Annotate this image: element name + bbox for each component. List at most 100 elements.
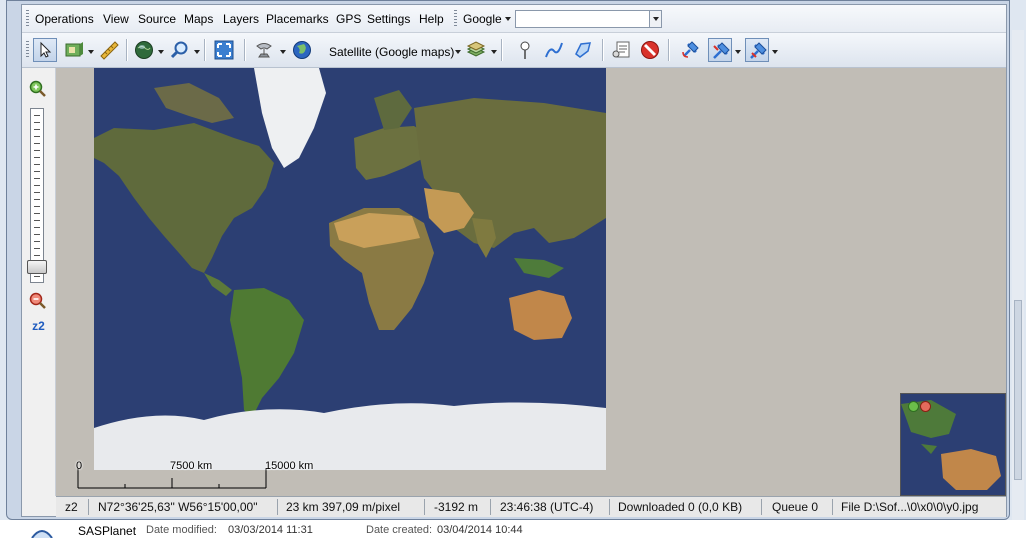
placemark-list-icon — [612, 41, 630, 58]
ruler-button[interactable] — [97, 38, 121, 62]
main-toolbar: Satellite (Google maps) — [22, 33, 1006, 68]
menu-maps[interactable]: Maps — [184, 12, 213, 26]
zoom-in-icon — [29, 80, 46, 97]
zoom-tool-button[interactable] — [167, 38, 191, 62]
toolbar-separator — [126, 39, 128, 61]
menu-help[interactable]: Help — [419, 12, 444, 26]
zoom-dropdown-arrow[interactable] — [194, 50, 200, 54]
status-downloaded: Downloaded 0 (0,0 KB) — [618, 500, 743, 514]
fullscreen-icon — [214, 40, 234, 60]
tiles-dropdown-arrow[interactable] — [491, 50, 497, 54]
app-client-area: Operations View Source Maps Layers Place… — [21, 4, 1007, 517]
menu-layers[interactable]: Layers — [223, 12, 259, 26]
menu-source[interactable]: Source — [138, 12, 176, 26]
menu-settings[interactable]: Settings — [367, 12, 410, 26]
scale-label-mid: 7500 km — [170, 460, 213, 472]
background-scrollbar[interactable] — [1012, 30, 1024, 520]
menubar-grip[interactable] — [26, 10, 29, 28]
layers-button[interactable] — [62, 38, 86, 62]
gps-track-icon — [713, 42, 730, 59]
menu-operations[interactable]: Operations — [35, 12, 94, 26]
created-label: Date created: — [366, 524, 433, 536]
minimap-zoom-in-icon[interactable] — [908, 401, 919, 412]
map-source-select[interactable]: Satellite (Google maps) — [329, 45, 454, 59]
search-history-dropdown[interactable] — [649, 10, 662, 28]
search-grip[interactable] — [454, 10, 457, 28]
zoom-slider-thumb[interactable] — [27, 260, 47, 274]
explorer-details-footer: SASPlanet Date modified: 03/03/2014 11:3… — [0, 520, 1026, 538]
status-separator — [88, 499, 89, 515]
gps-track-button[interactable] — [708, 38, 732, 62]
add-polygon-button[interactable] — [571, 38, 595, 62]
status-separator — [490, 499, 491, 515]
globe-button[interactable] — [132, 38, 156, 62]
map-type-button[interactable] — [290, 38, 314, 62]
menu-gps[interactable]: GPS — [336, 12, 361, 26]
ruler-icon — [100, 41, 119, 60]
status-separator — [761, 499, 762, 515]
placemark-pin-icon — [520, 41, 530, 59]
sasplanet-app-icon — [31, 530, 53, 538]
scale-label-end: 15000 km — [265, 460, 314, 472]
delete-placemarks-button[interactable] — [638, 38, 662, 62]
toolbar-separator — [668, 39, 670, 61]
gps-track-dropdown-arrow[interactable] — [735, 50, 741, 54]
fullscreen-button[interactable] — [212, 38, 236, 62]
menu-placemarks[interactable]: Placemarks — [266, 12, 329, 26]
source-dropdown-arrow[interactable] — [280, 50, 286, 54]
search-provider-select[interactable]: Google — [463, 12, 502, 26]
tiles-icon — [466, 41, 486, 57]
satellite-dish-icon — [256, 43, 272, 58]
map-source-dropdown-arrow[interactable] — [455, 50, 461, 54]
status-zoom: z2 — [65, 500, 78, 514]
layers-icon — [65, 42, 83, 57]
gps-center-dropdown-arrow[interactable] — [772, 50, 778, 54]
polygon-icon — [575, 42, 591, 58]
scale-label-zero: 0 — [76, 460, 83, 472]
status-resolution: 23 km 397,09 m/pixel — [286, 500, 401, 514]
menu-bar: Operations View Source Maps Layers Place… — [22, 5, 1006, 33]
status-file: File D:\Sof...\0\x0\0\y0.jpg — [841, 500, 979, 514]
zoom-panel: z2 — [22, 68, 56, 496]
modified-label: Date modified: — [146, 524, 217, 536]
status-separator — [832, 499, 833, 515]
zoom-in-button[interactable] — [29, 80, 47, 98]
toolbar-separator — [244, 39, 246, 61]
background-scrollbar-thumb[interactable] — [1014, 300, 1022, 480]
map-view[interactable]: 0 7500 km 15000 km — [56, 68, 1006, 496]
cursor-tool-button[interactable] — [33, 38, 57, 62]
created-value: 03/04/2014 10:44 — [437, 524, 523, 536]
toolbar-separator — [602, 39, 604, 61]
globe-dropdown-arrow[interactable] — [158, 50, 164, 54]
app-file-name: SASPlanet — [78, 524, 137, 538]
globe-icon — [135, 41, 153, 59]
search-input[interactable] — [515, 10, 660, 28]
zoom-out-icon — [29, 292, 46, 309]
add-placemark-button[interactable] — [513, 38, 537, 62]
globe-map-icon — [293, 41, 311, 59]
menu-view[interactable]: View — [103, 12, 129, 26]
status-queue: Queue 0 — [772, 500, 819, 514]
zoom-slider[interactable] — [30, 108, 44, 283]
minimap-zoom-out-icon[interactable] — [920, 401, 931, 412]
placemark-list-button[interactable] — [610, 38, 634, 62]
minimap[interactable] — [900, 393, 1006, 496]
toolbar-separator — [204, 39, 206, 61]
source-button[interactable] — [252, 38, 276, 62]
modified-value: 03/03/2014 11:31 — [228, 524, 313, 536]
add-path-button[interactable] — [542, 38, 566, 62]
gps-center-icon — [750, 42, 767, 59]
cursor-icon — [40, 41, 52, 58]
zoom-out-button[interactable] — [29, 292, 47, 310]
satellite-map-tile[interactable] — [94, 68, 606, 470]
layers-map-button[interactable] — [464, 38, 488, 62]
path-icon — [545, 42, 563, 58]
status-separator — [277, 499, 278, 515]
gps-center-button[interactable] — [745, 38, 769, 62]
status-separator — [609, 499, 610, 515]
gps-connect-button[interactable] — [678, 38, 702, 62]
status-time: 23:46:38 (UTC-4) — [500, 500, 594, 514]
search-provider-dropdown-arrow[interactable] — [505, 17, 511, 21]
toolbar-grip[interactable] — [26, 41, 29, 59]
layers-dropdown-arrow[interactable] — [88, 50, 94, 54]
